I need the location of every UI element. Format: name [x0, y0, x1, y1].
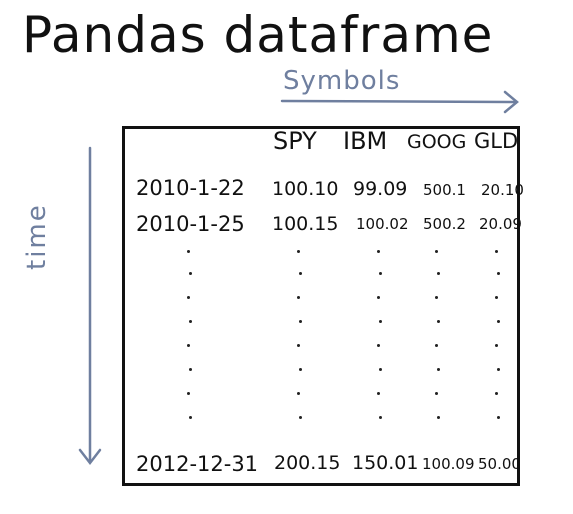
ellipsis-dot	[437, 368, 440, 371]
time-arrow-icon	[78, 146, 102, 466]
ellipsis-dot	[187, 344, 190, 347]
ellipsis-dot	[297, 296, 300, 299]
table-cell: 500.2	[423, 215, 466, 233]
ellipsis-dot	[379, 272, 382, 275]
row-date: 2012-12-31	[136, 452, 259, 476]
ellipsis-dot	[187, 296, 190, 299]
ellipsis-dot	[497, 416, 500, 419]
table-cell: 100.15	[272, 213, 339, 235]
ellipsis-dot	[379, 320, 382, 323]
ellipsis-dot	[299, 272, 302, 275]
table-cell: 50.00	[478, 455, 521, 473]
column-header-spy: SPY	[273, 127, 317, 155]
ellipsis-dot	[435, 392, 438, 395]
table-cell: 500.1	[423, 181, 466, 199]
ellipsis-dot	[297, 344, 300, 347]
ellipsis-dot	[297, 250, 300, 253]
row-date: 2010-1-22	[136, 176, 245, 200]
ellipsis-dot	[437, 272, 440, 275]
ellipsis-dot	[189, 320, 192, 323]
symbols-arrow-icon	[280, 90, 519, 114]
table-cell: 100.09	[422, 455, 475, 473]
row-date: 2010-1-25	[136, 212, 245, 236]
ellipsis-dot	[377, 296, 380, 299]
ellipsis-dot	[299, 416, 302, 419]
ellipsis-dot	[377, 250, 380, 253]
table-cell: 200.15	[274, 452, 341, 474]
ellipsis-dot	[379, 368, 382, 371]
ellipsis-dot	[377, 344, 380, 347]
column-header-gld: GLD	[474, 129, 519, 153]
ellipsis-dot	[435, 250, 438, 253]
ellipsis-dot	[189, 368, 192, 371]
ellipsis-dot	[187, 392, 190, 395]
table-cell: 100.02	[356, 215, 409, 233]
ellipsis-dot	[187, 250, 190, 253]
ellipsis-dot	[189, 272, 192, 275]
ellipsis-dot	[297, 392, 300, 395]
ellipsis-dot	[299, 368, 302, 371]
ellipsis-dot	[437, 320, 440, 323]
ellipsis-dot	[189, 416, 192, 419]
ellipsis-dot	[435, 296, 438, 299]
ellipsis-dot	[435, 344, 438, 347]
ellipsis-dot	[299, 320, 302, 323]
ellipsis-dot	[437, 416, 440, 419]
ellipsis-dot	[495, 344, 498, 347]
ellipsis-dot	[495, 392, 498, 395]
table-cell: 99.09	[353, 178, 408, 200]
table-cell: 150.01	[352, 452, 419, 474]
ellipsis-dot	[495, 250, 498, 253]
table-cell: 20.10	[481, 181, 524, 199]
ellipsis-dot	[497, 320, 500, 323]
ellipsis-dot	[495, 296, 498, 299]
ellipsis-dot	[497, 368, 500, 371]
ellipsis-dot	[377, 392, 380, 395]
table-cell: 20.09	[479, 215, 522, 233]
column-header-goog: GOOG	[407, 131, 467, 153]
table-cell: 100.10	[272, 178, 339, 200]
ellipsis-dot	[497, 272, 500, 275]
column-header-ibm: IBM	[343, 127, 388, 155]
ellipsis-dot	[379, 416, 382, 419]
